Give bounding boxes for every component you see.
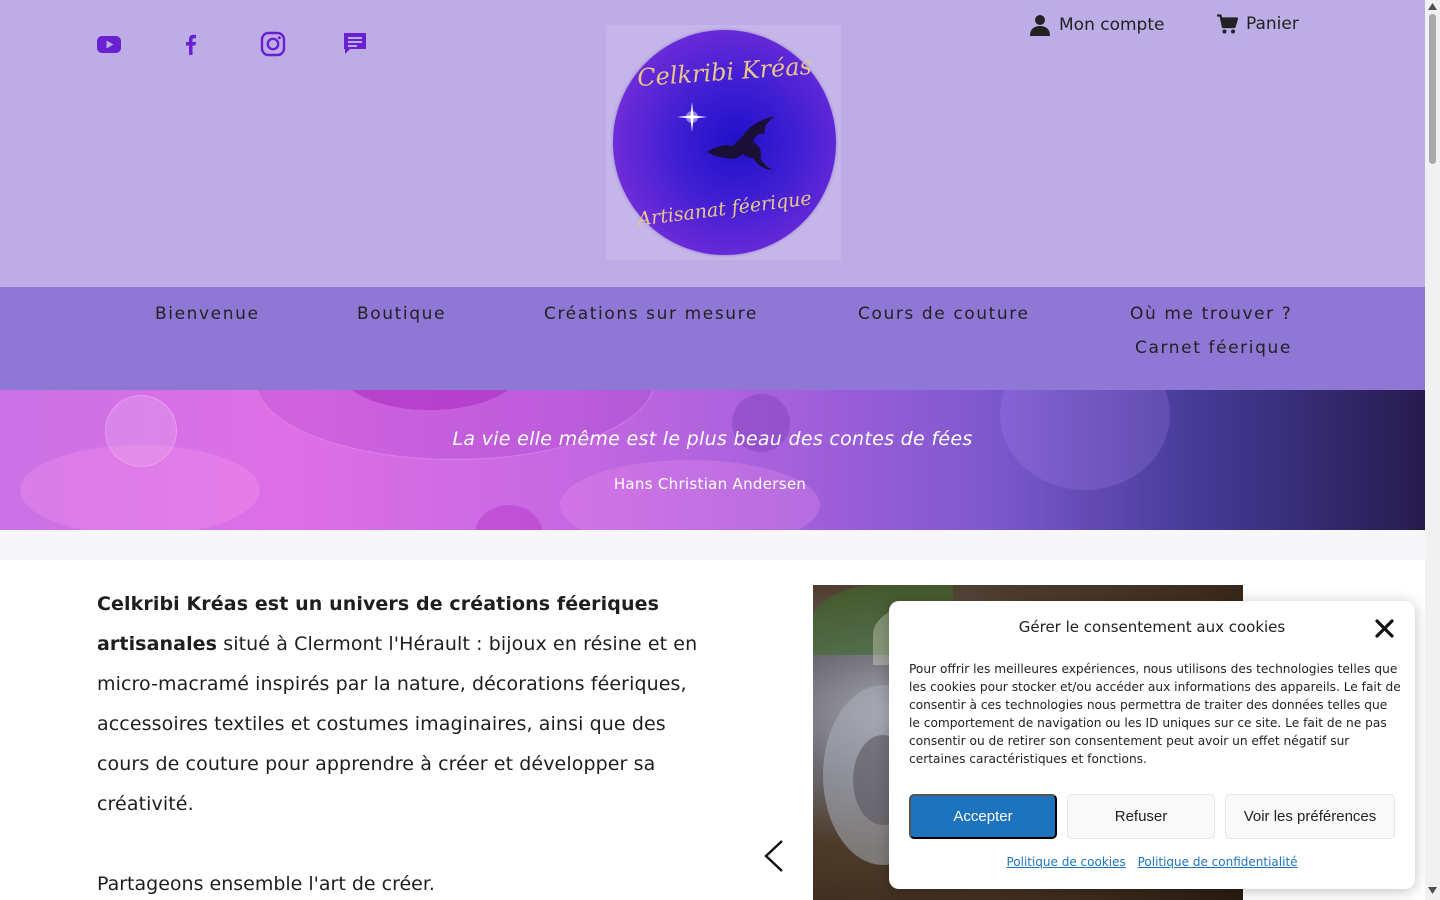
accept-cookies-button[interactable]: Accepter [909, 794, 1057, 839]
cookie-preferences-button[interactable]: Voir les préférences [1225, 794, 1395, 839]
cart-link[interactable]: Panier [1217, 14, 1299, 34]
refuse-cookies-button[interactable]: Refuser [1067, 794, 1215, 839]
nav-item-bienvenue[interactable]: Bienvenue [155, 304, 260, 324]
scroll-up-icon[interactable] [1428, 3, 1437, 10]
sparkle-icon [677, 102, 707, 132]
youtube-icon [97, 36, 121, 53]
facebook-link[interactable] [177, 30, 205, 58]
cookie-policy-links: Politique de cookies Politique de confid… [889, 855, 1415, 869]
intro-tagline: Partageons ensemble l'art de créer. [97, 873, 435, 895]
nav-item-carnet-feerique[interactable]: Carnet féerique [1135, 338, 1292, 358]
social-links [95, 30, 423, 58]
page-scrollbar[interactable] [1425, 0, 1440, 900]
youtube-link[interactable] [95, 30, 123, 58]
logo-emblem: Celkribi Kréas Artisanat féerique [613, 30, 836, 255]
logo-title: Celkribi Kréas [636, 51, 813, 93]
facebook-icon [186, 34, 196, 55]
carousel-prev-icon[interactable] [762, 839, 786, 873]
contact-link[interactable] [341, 30, 369, 58]
nav-item-ou-me-trouver[interactable]: Où me trouver ? [1130, 304, 1292, 324]
cookie-dialog-title: Gérer le consentement aux cookies [1018, 618, 1286, 636]
scroll-down-icon[interactable] [1428, 887, 1437, 894]
instagram-link[interactable] [259, 30, 287, 58]
main-navigation: Bienvenue Boutique Créations sur mesure … [0, 287, 1425, 390]
cart-icon [1217, 14, 1238, 34]
cookie-consent-dialog: Gérer le consentement aux cookies Pour o… [889, 601, 1415, 889]
site-logo[interactable]: Celkribi Kréas Artisanat féerique [606, 25, 841, 260]
scrollbar-thumb[interactable] [1429, 14, 1436, 164]
dragon-icon [707, 116, 775, 170]
cart-label: Panier [1246, 14, 1299, 34]
message-icon [344, 33, 366, 54]
hero-quote: La vie elle même est le plus beau des co… [452, 428, 973, 450]
logo-subtitle: Artisanat féerique [636, 187, 813, 231]
hero-decoration [560, 460, 820, 530]
instagram-icon [260, 31, 286, 57]
close-icon[interactable] [1375, 619, 1394, 638]
intro-text: situé à Clermont l'Hérault : bijoux en r… [97, 633, 698, 815]
hero-banner: La vie elle même est le plus beau des co… [0, 390, 1425, 530]
my-account-link[interactable]: Mon compte [1030, 14, 1164, 36]
nav-item-boutique[interactable]: Boutique [357, 304, 446, 324]
privacy-policy-link[interactable]: Politique de confidentialité [1138, 855, 1298, 869]
cookie-policy-link[interactable]: Politique de cookies [1006, 855, 1125, 869]
nav-item-creations-sur-mesure[interactable]: Créations sur mesure [544, 304, 758, 324]
site-header: Celkribi Kréas Artisanat féerique Mon co… [0, 0, 1425, 287]
intro-paragraph: Celkribi Kréas est un univers de créatio… [97, 584, 717, 824]
nav-item-cours-de-couture[interactable]: Cours de couture [858, 304, 1030, 324]
hero-quote-author: Hans Christian Andersen [613, 475, 807, 493]
my-account-label: Mon compte [1059, 15, 1165, 35]
hero-decoration [475, 505, 543, 530]
user-icon [1030, 15, 1050, 36]
cookie-dialog-text: Pour offrir les meilleures expériences, … [909, 662, 1401, 766]
